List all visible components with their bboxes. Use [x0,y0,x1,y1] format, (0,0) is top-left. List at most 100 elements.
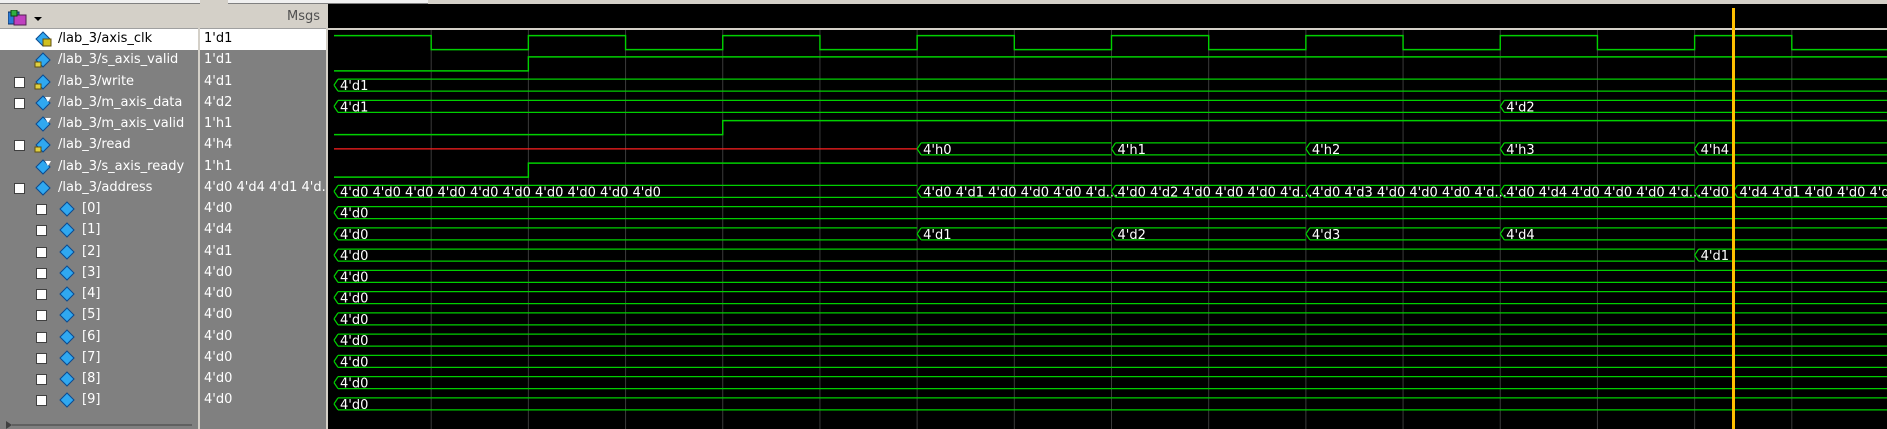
bus-value-label: 4'd0 4'd1 4'd0 4'd0 4'd0 4'd... [923,185,1118,200]
internal-signal-icon [58,286,76,302]
bus-segment [1499,227,1887,241]
input-signal-icon [34,73,52,90]
signal-value-row[interactable]: 4'd0 [200,263,328,284]
digital-waveform [334,119,1887,136]
signal-value-row[interactable]: 4'd1 [200,242,328,263]
signal-value-row[interactable]: 4'd1 [200,72,328,93]
expand-toggle[interactable] [36,352,47,364]
signal-row[interactable]: /lab_3/read [0,135,198,156]
signal-row[interactable]: [4] [0,284,198,305]
signal-row[interactable]: [5] [0,305,198,326]
expand-toggle[interactable] [36,289,47,300]
bus-value-label: 4'd1 [1701,249,1729,264]
signal-name: /lab_3/m_axis_data [58,94,183,110]
signal-value-row[interactable]: 4'd0 [200,348,328,369]
waveform-pane[interactable]: 4'd1 4'd1 4'd2 4'h0 4'h1 4'h2 4'h3 4'h4 4'd0 4'd… [326,4,1887,429]
signal-name-pane: /lab_3/axis_clk/lab_3/s_axis_valid/lab_3… [0,4,198,429]
signal-value: 4'd1 [204,243,233,259]
bus-value-label: 4'd2 [1506,100,1534,115]
signal-row[interactable]: /lab_3/m_axis_data [0,93,198,114]
signal-value-pane: Msgs 1'd1 1'd1 4'd1 4'd2 1'h1 4'h4 1'h1 4'd0 4'… [198,4,328,429]
internal-signal-icon [58,265,76,281]
signal-row[interactable]: /lab_3/s_axis_valid [0,50,198,71]
signal-name: /lab_3/m_axis_valid [58,116,185,131]
expand-toggle[interactable] [36,395,47,407]
signal-row[interactable]: [3] [0,263,198,284]
signal-value-row[interactable]: 4'd0 [200,390,328,411]
internal-signal-icon [58,243,76,260]
signal-value: 4'd0 [204,264,233,280]
output-signal-icon [34,95,52,111]
signal-value-row[interactable]: 1'd1 [200,50,328,71]
expand-toggle[interactable] [36,204,47,215]
signal-value-row[interactable]: 4'd0 [200,284,328,305]
expand-toggle[interactable] [36,331,47,343]
bus-value-label: 4'd0 [340,207,368,222]
signal-name: [8] [82,371,101,386]
expand-toggle[interactable] [14,76,25,88]
waveform-canvas[interactable]: 4'd1 4'd1 4'd2 4'h0 4'h1 4'h2 4'h3 4'h4 4'd0 4'd… [328,4,1887,429]
signal-value-row[interactable]: 1'h1 [200,114,328,135]
signal-value-row[interactable]: 4'd0 4'd4 4'd1 4'd... [200,178,328,199]
signal-row[interactable]: /lab_3/s_axis_ready [0,157,198,178]
expand-toggle[interactable] [36,310,47,322]
bus-value-label: 4'h3 [1506,143,1534,158]
signal-row[interactable]: /lab_3/axis_clk [0,29,198,50]
expand-toggle[interactable] [36,374,47,385]
clock-signal-icon [34,31,52,47]
bus-value-label: 4'd0 4'd4 4'd0 4'd0 4'd0 4'd... [1506,185,1701,200]
signal-value-row[interactable]: 1'h1 [200,157,328,178]
signal-value-row[interactable]: 4'd0 [200,369,328,390]
signal-value: 4'd0 [204,349,233,365]
signal-row[interactable]: [7] [0,348,198,369]
internal-signal-icon [58,201,76,217]
bus-value-label: 4'd0 4'd0 4'd0 4'd0 4'd0 4'd0 4'd0 4'd0 … [340,185,661,200]
signal-name: [7] [82,349,101,365]
expand-toggle[interactable] [36,246,47,258]
expand-toggle[interactable] [36,225,47,237]
signal-name: [1] [82,222,101,238]
signal-value-row[interactable]: 4'd2 [200,93,328,114]
signal-value-row[interactable]: 4'd0 [200,327,328,348]
bus-segment [333,206,1887,220]
signal-value-row[interactable]: 4'd4 [200,220,328,241]
bus-value-label: 4'd0 [340,398,368,413]
signal-row[interactable]: /lab_3/write [0,72,198,93]
msgs-column-label: Msgs [286,9,320,24]
bus-value-label: 4'h0 [923,143,951,158]
signal-row[interactable]: [6] [0,327,198,348]
signal-row[interactable]: /lab_3/address [0,178,198,199]
signal-value-row[interactable]: 1'd1 [200,29,328,50]
bus-segment [333,312,1887,326]
bus-segment [1499,99,1887,113]
signal-row[interactable]: [0] [0,199,198,220]
expand-toggle[interactable] [36,267,47,279]
wave-toolbar-dropdown-icon[interactable] [8,10,44,26]
signal-name: [9] [82,392,101,408]
signal-value: 4'd0 [204,307,233,323]
collapse-toggle[interactable] [14,182,25,194]
signal-row[interactable]: [9] [0,390,198,411]
bus-value-label: 4'd4 4'd1 4'd0 4'd0 4'd... [1740,185,1887,200]
signal-value: 4'd0 [204,392,233,408]
signal-value: 1'h1 [204,116,233,131]
signal-value: 4'd0 [204,286,233,301]
signal-row[interactable]: [8] [0,369,198,390]
signal-name: [4] [82,286,101,301]
signal-name: /lab_3/s_axis_valid [58,52,179,68]
signal-row[interactable]: [1] [0,220,198,241]
expand-toggle[interactable] [14,140,25,152]
output-signal-icon [34,158,52,175]
bus-value-label: 4'd0 [340,377,368,392]
pane-splitter[interactable] [0,421,198,429]
signal-name: /lab_3/s_axis_ready [58,158,185,174]
expand-toggle[interactable] [14,97,25,109]
signal-value-row[interactable]: 4'h4 [200,135,328,156]
signal-value: 1'd1 [204,31,233,46]
signal-name: /lab_3/write [58,73,135,89]
signal-row[interactable]: /lab_3/m_axis_valid [0,114,198,135]
signal-value-row[interactable]: 4'd0 [200,199,328,220]
signal-row[interactable]: [2] [0,242,198,263]
signal-value-row[interactable]: 4'd0 [200,305,328,326]
bus-value-label: 4'd2 [1118,228,1146,243]
